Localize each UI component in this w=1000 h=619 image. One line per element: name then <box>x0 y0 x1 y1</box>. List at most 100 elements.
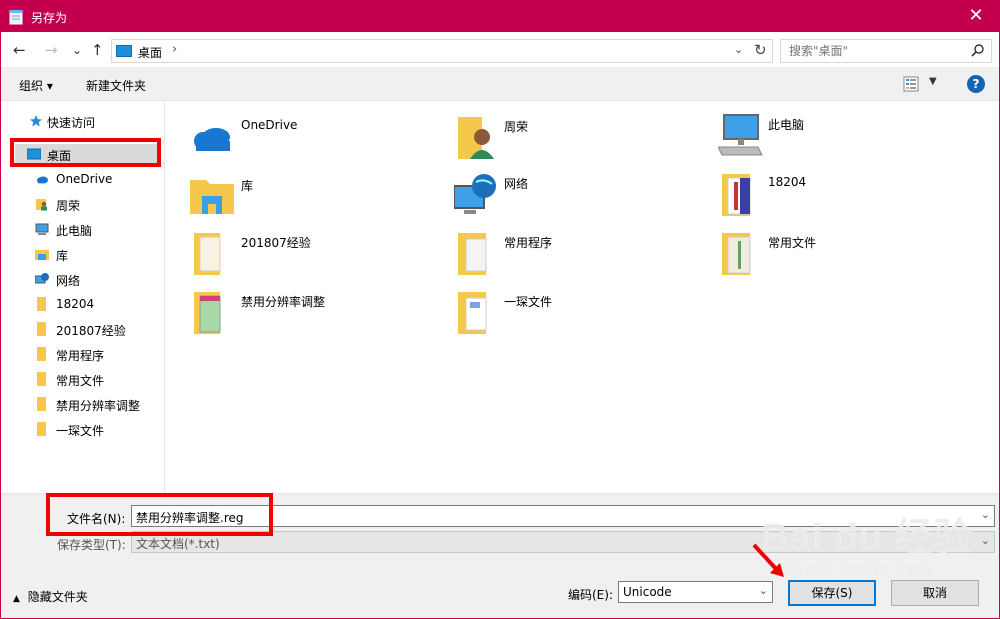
folder-icon <box>37 322 46 336</box>
sidebar-item-library[interactable]: 库 <box>1 244 165 266</box>
new-folder-button[interactable]: 新建文件夹 <box>86 77 146 94</box>
chevron-down-icon[interactable]: ⌄ <box>981 534 990 547</box>
title-bar: 另存为 ✕ <box>1 1 999 32</box>
sidebar-item-folder-201807[interactable]: 201807经验 <box>1 319 165 341</box>
filetype-value: 文本文档(*.txt) <box>136 537 220 551</box>
sidebar-item-folder-files[interactable]: 常用文件 <box>1 369 165 391</box>
user-folder-icon <box>36 199 47 211</box>
chevron-up-icon: ▲ <box>13 594 20 604</box>
notepad-icon <box>9 10 23 25</box>
close-button[interactable]: ✕ <box>953 1 999 32</box>
network-icon <box>454 174 496 214</box>
chevron-down-icon[interactable]: ⌄ <box>759 584 768 597</box>
list-item-library[interactable]: 库 <box>188 174 448 226</box>
search-input[interactable] <box>781 40 961 62</box>
list-item-this-pc[interactable]: 此电脑 <box>718 113 978 165</box>
item-label: 此电脑 <box>768 118 805 132</box>
sidebar-item-label: 201807经验 <box>56 324 126 338</box>
breadcrumb-separator[interactable]: › <box>172 42 177 57</box>
item-label: OneDrive <box>241 118 298 132</box>
computer-icon <box>35 223 49 235</box>
sidebar-item-label: 网络 <box>56 274 81 288</box>
item-label: 一琛文件 <box>504 295 553 309</box>
highlight-box-desktop <box>10 138 161 167</box>
list-item-folder-18204[interactable]: 18204 <box>718 172 978 224</box>
breadcrumb-desktop[interactable]: 桌面 <box>138 44 162 61</box>
sidebar-item-folder-programs[interactable]: 常用程序 <box>1 344 165 366</box>
list-item-user[interactable]: 周荣 <box>454 115 714 167</box>
view-options-icon[interactable] <box>903 76 919 92</box>
sidebar-item-user[interactable]: 周荣 <box>1 194 165 216</box>
forward-button[interactable]: → <box>45 41 58 59</box>
list-item-folder-programs[interactable]: 常用程序 <box>454 231 714 283</box>
star-icon <box>30 115 42 127</box>
list-item-folder-yichen[interactable]: 一琛文件 <box>454 290 714 342</box>
sidebar-item-this-pc[interactable]: 此电脑 <box>1 219 165 241</box>
address-bar[interactable]: 桌面 › ⌄ ↻ <box>111 39 773 63</box>
computer-icon <box>718 114 763 156</box>
back-button[interactable]: ← <box>13 41 26 59</box>
organize-menu[interactable]: 组织 ▾ <box>19 77 53 94</box>
sidebar-item-folder-yichen[interactable]: 一琛文件 <box>1 419 165 441</box>
folder-icon <box>37 372 46 386</box>
item-label: 禁用分辨率调整 <box>241 295 326 309</box>
folder-icon <box>37 347 46 361</box>
baidu-watermark-url: jingyan.baidu.com <box>771 561 934 578</box>
folder-icon <box>194 292 221 334</box>
folder-icon <box>458 233 487 275</box>
red-arrow-icon <box>752 543 784 577</box>
folder-icon <box>37 422 46 436</box>
encoding-select[interactable]: Unicode ⌄ <box>618 581 773 603</box>
sidebar-item-onedrive[interactable]: OneDrive <box>1 169 165 191</box>
sidebar-item-folder-disable-dpi[interactable]: 禁用分辨率调整 <box>1 394 165 416</box>
list-item-folder-files[interactable]: 常用文件 <box>718 231 978 283</box>
sidebar-item-network[interactable]: 网络 <box>1 269 165 291</box>
desktop-icon <box>116 45 132 57</box>
hide-folders-toggle[interactable]: ▲ 隐藏文件夹 <box>13 588 88 605</box>
sidebar-item-folder-18204[interactable]: 18204 <box>1 294 165 316</box>
command-bar: 组织 ▾ 新建文件夹 ▼ ? <box>1 67 999 101</box>
sidebar-item-label: 18204 <box>56 297 95 311</box>
library-icon <box>190 180 234 214</box>
sidebar-item-label: 周荣 <box>56 199 81 213</box>
encoding-label: 编码(E): <box>568 588 613 602</box>
cancel-button[interactable]: 取消 <box>891 580 979 606</box>
folder-icon <box>194 233 221 275</box>
item-label: 常用文件 <box>768 236 817 250</box>
sidebar-item-label: OneDrive <box>56 172 113 186</box>
search-icon[interactable] <box>971 43 985 57</box>
view-dropdown-icon[interactable]: ▼ <box>929 76 937 87</box>
folder-icon <box>722 233 751 275</box>
folder-icon <box>37 397 46 411</box>
chevron-down-icon[interactable]: ⌄ <box>981 508 990 521</box>
help-icon[interactable]: ? <box>967 75 985 93</box>
sidebar-item-label: 禁用分辨率调整 <box>56 399 141 413</box>
list-item-network[interactable]: 网络 <box>454 172 714 224</box>
filetype-label: 保存类型(T): <box>57 538 126 552</box>
folder-icon <box>458 292 487 334</box>
list-item-onedrive[interactable]: OneDrive <box>188 115 448 167</box>
list-item-folder-disable-dpi[interactable]: 禁用分辨率调整 <box>188 290 448 342</box>
save-button[interactable]: 保存(S) <box>788 580 876 606</box>
sidebar-item-label: 此电脑 <box>56 224 93 238</box>
item-label: 库 <box>241 179 254 193</box>
address-dropdown-button[interactable]: ⌄ <box>734 43 743 56</box>
sidebar-item-label: 常用程序 <box>56 349 105 363</box>
search-box[interactable] <box>780 39 992 63</box>
sidebar-item-label: 常用文件 <box>56 374 105 388</box>
sidebar-item-quick-access[interactable]: 快速访问 <box>1 111 165 133</box>
up-button[interactable]: ↑ <box>91 41 104 59</box>
item-label: 18204 <box>768 175 807 189</box>
folder-icon <box>37 297 46 311</box>
refresh-button[interactable]: ↻ <box>754 41 767 59</box>
list-item-folder-201807[interactable]: 201807经验 <box>188 231 448 283</box>
user-folder-icon <box>458 117 494 159</box>
cloud-icon <box>37 176 48 184</box>
library-icon <box>35 250 49 260</box>
network-icon <box>35 273 49 284</box>
hide-folders-label: 隐藏文件夹 <box>27 590 88 604</box>
recent-locations-button[interactable]: ⌄ <box>72 43 82 57</box>
item-label: 常用程序 <box>504 236 553 250</box>
folder-icon <box>722 174 751 216</box>
baidu-watermark: Bai du 经验 <box>761 517 973 559</box>
